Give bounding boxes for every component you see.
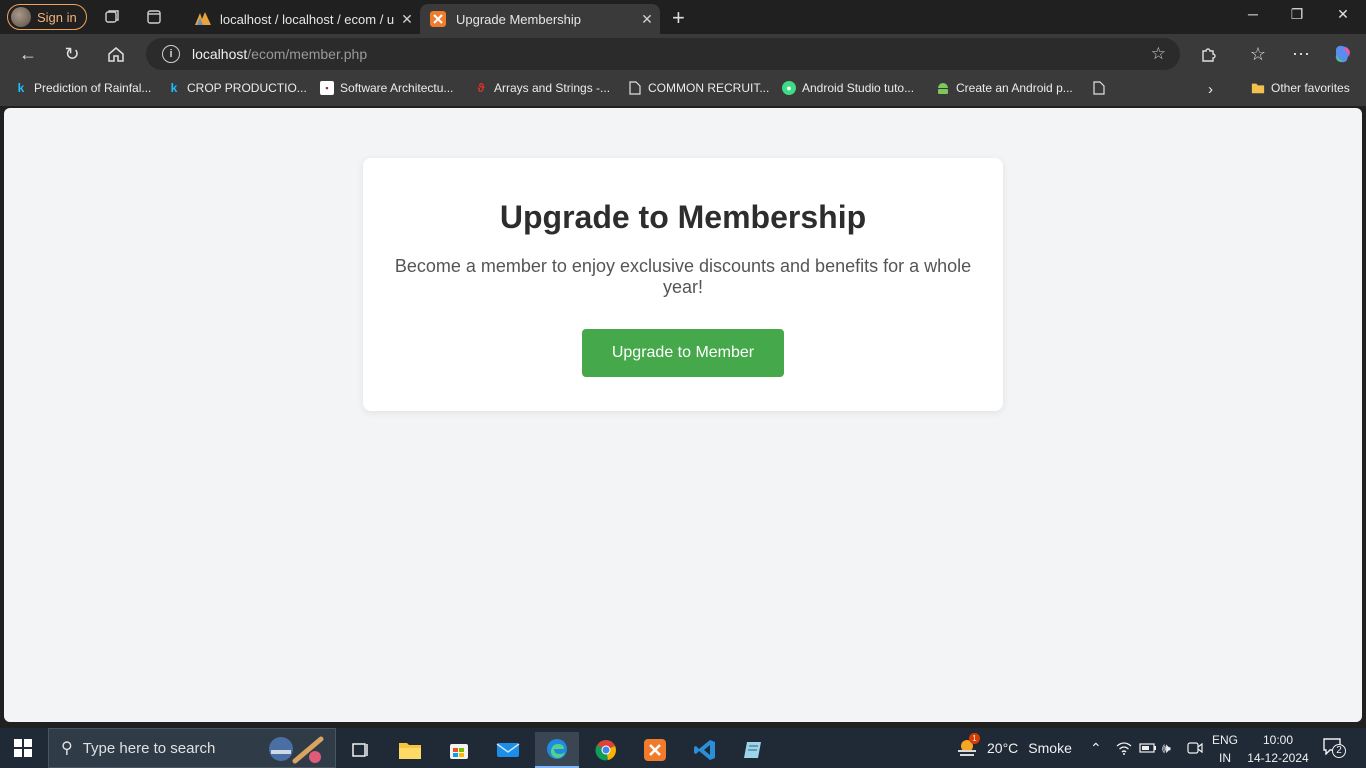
more-options-icon[interactable]: ⋯: [1288, 42, 1314, 66]
sign-in-label: Sign in: [37, 9, 77, 25]
chrome-icon[interactable]: [584, 732, 628, 768]
clock-time: 10:00: [1262, 733, 1294, 747]
favorites-icon[interactable]: ☆: [1245, 42, 1271, 66]
browser-toolbar: ← ↻ i localhost/ecom/member.php ☆ ☆ ⋯: [0, 34, 1366, 74]
minimize-icon[interactable]: ─: [1230, 6, 1276, 22]
site-info-icon[interactable]: i: [162, 45, 180, 63]
favorite-item[interactable]: ▪ Software Architectu...: [320, 81, 453, 95]
extensions-icon[interactable]: [1196, 42, 1222, 66]
kaggle-icon: k: [17, 81, 25, 95]
workspaces-icon[interactable]: [102, 7, 122, 27]
url-text: localhost/ecom/member.php: [192, 46, 368, 62]
phpmyadmin-icon: [194, 11, 211, 27]
favorite-item[interactable]: [1092, 81, 1112, 95]
file-explorer-icon[interactable]: [388, 732, 432, 768]
document-icon: [628, 81, 642, 95]
site-icon: ϑ: [477, 81, 485, 95]
clock[interactable]: 10:00 14-12-2024: [1244, 733, 1312, 765]
weather-icon: 1: [955, 733, 980, 760]
close-tab-icon[interactable]: ✕: [394, 11, 420, 28]
upgrade-to-member-button[interactable]: Upgrade to Member: [582, 329, 784, 377]
new-tab-icon[interactable]: +: [672, 5, 685, 31]
sign-in-button[interactable]: Sign in: [7, 4, 87, 30]
xampp-icon: [430, 11, 446, 27]
site-icon: ▪: [320, 81, 334, 95]
favorite-item[interactable]: ϑ Arrays and Strings -...: [474, 81, 611, 95]
close-tab-icon[interactable]: ✕: [634, 11, 660, 28]
tab-phpmyadmin[interactable]: localhost / localhost / ecom / users ✕: [184, 4, 420, 34]
folder-icon: [1251, 81, 1265, 95]
back-icon[interactable]: ←: [15, 42, 41, 66]
browser-tab-bar: Sign in localhost / localhost / ecom / u…: [0, 0, 1366, 34]
document-icon: [1092, 81, 1106, 95]
android-icon: [936, 81, 950, 95]
windows-start-icon[interactable]: [14, 739, 32, 757]
favorite-item[interactable]: k Prediction of Rainfal...: [14, 81, 152, 95]
favorite-item[interactable]: k CROP PRODUCTIO...: [167, 81, 307, 95]
address-bar[interactable]: i localhost/ecom/member.php ☆: [146, 38, 1180, 70]
microsoft-store-icon[interactable]: [437, 732, 481, 768]
notification-count: 2: [1332, 744, 1346, 758]
weather-widget[interactable]: 1 20°C Smoke: [955, 728, 1072, 768]
home-icon[interactable]: [103, 42, 129, 66]
kaggle-icon: k: [170, 81, 178, 95]
volume-icon[interactable]: 🕪: [1162, 728, 1171, 768]
weather-description: Smoke: [1028, 740, 1072, 756]
restore-icon[interactable]: ❐: [1274, 6, 1320, 23]
weather-badge: 1: [969, 733, 980, 744]
windows-taskbar: ⚲ Type here to search 1 20°C Smoke ⌃ 🕪 E…: [0, 728, 1366, 768]
page-viewport: Upgrade to Membership Become a member to…: [4, 108, 1362, 722]
screen: Sign in localhost / localhost / ecom / u…: [0, 0, 1366, 768]
page-title: Upgrade to Membership: [499, 199, 867, 235]
copilot-icon[interactable]: [1330, 42, 1356, 66]
edge-icon[interactable]: [535, 732, 579, 768]
close-window-icon[interactable]: ✕: [1320, 6, 1366, 23]
favorite-item[interactable]: ● Android Studio tuto...: [782, 81, 914, 95]
refresh-icon[interactable]: ↻: [59, 42, 85, 66]
membership-card: Upgrade to Membership Become a member to…: [363, 158, 1003, 411]
battery-icon[interactable]: [1139, 728, 1157, 768]
xampp-taskbar-icon[interactable]: [633, 732, 677, 768]
task-view-icon[interactable]: [338, 732, 382, 768]
language-indicator[interactable]: ENG IN: [1208, 733, 1242, 765]
taskbar-search-box[interactable]: ⚲ Type here to search: [48, 728, 336, 768]
favorites-bar: k Prediction of Rainfal... k CROP PRODUC…: [0, 74, 1366, 106]
mail-icon[interactable]: [486, 732, 530, 768]
meet-now-icon[interactable]: [1187, 728, 1203, 768]
favorite-star-icon[interactable]: ☆: [1151, 44, 1166, 64]
other-favorites[interactable]: Other favorites: [1251, 81, 1350, 95]
vscode-icon[interactable]: [683, 732, 727, 768]
search-icon: ⚲: [61, 740, 73, 757]
tab-title: Upgrade Membership: [456, 11, 582, 27]
wifi-icon[interactable]: [1116, 728, 1132, 768]
favorite-item[interactable]: COMMON RECRUIT...: [628, 81, 769, 95]
tab-actions-icon[interactable]: [144, 7, 164, 27]
profile-avatar: [11, 7, 31, 27]
tab-title: localhost / localhost / ecom / users: [220, 11, 394, 27]
notification-center-icon[interactable]: 2: [1322, 728, 1346, 768]
notepad-icon[interactable]: [731, 732, 775, 768]
membership-description: Become a member to enjoy exclusive disco…: [394, 256, 972, 297]
search-placeholder: Type here to search: [82, 739, 216, 757]
chevron-right-icon[interactable]: ›: [1208, 81, 1213, 98]
tab-upgrade-membership[interactable]: Upgrade Membership ✕: [420, 4, 660, 34]
clock-date: 14-12-2024: [1247, 751, 1309, 765]
android-studio-icon: ●: [782, 81, 796, 95]
weather-temperature: 20°C: [987, 740, 1019, 756]
cricket-illustration-icon: [265, 733, 325, 765]
favorite-item[interactable]: Create an Android p...: [936, 81, 1073, 95]
show-hidden-icons[interactable]: ⌃: [1090, 728, 1102, 768]
